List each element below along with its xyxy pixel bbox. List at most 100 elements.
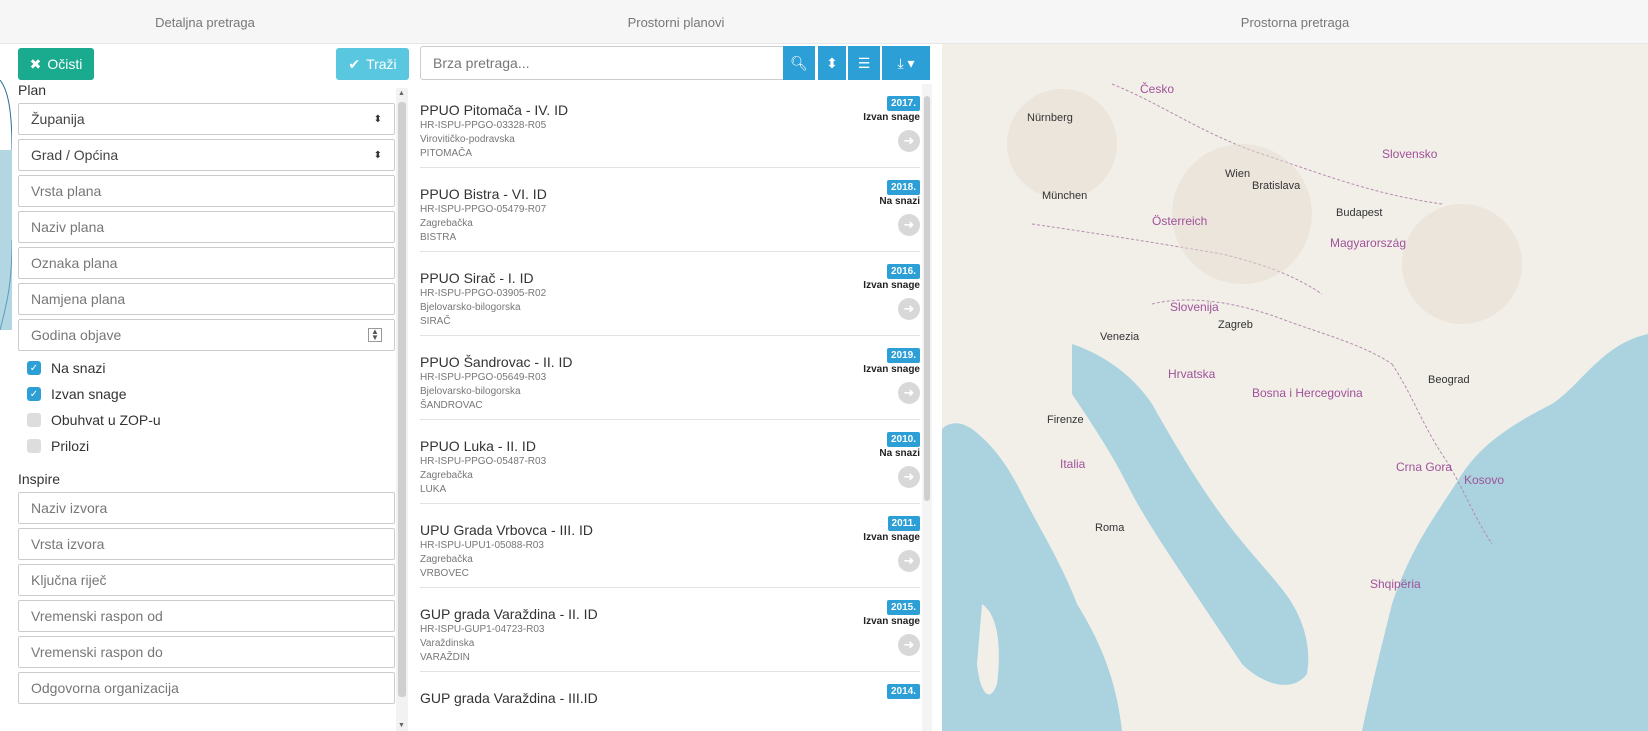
result-code: HR-ISPU-PPGO-05487-R03 <box>420 456 547 467</box>
source-type-input[interactable]: Vrsta izvora <box>18 528 395 560</box>
year-badge: 2018. <box>886 180 920 195</box>
result-item[interactable]: PPUO Bistra - VI. ID HR-ISPU-PPGO-05479-R… <box>420 168 920 252</box>
map-label: Hrvatska <box>1168 367 1216 381</box>
scroll-up-icon[interactable]: ▲ <box>398 90 405 97</box>
year-badge: 2017. <box>886 96 920 111</box>
list-icon: ☰ <box>857 54 871 71</box>
result-item[interactable]: PPUO Luka - II. ID HR-ISPU-PPGO-05487-R03… <box>420 420 920 504</box>
result-item[interactable]: GUP grada Varaždina - II. ID HR-ISPU-GUP1… <box>420 588 920 672</box>
detailed-search-panel: ✖ Očisti ✔ Traži Plan Županija ⬍ Grad / O… <box>0 44 410 731</box>
map-label: Beograd <box>1428 374 1470 386</box>
arrow-right-icon[interactable]: ➜ <box>898 466 920 488</box>
result-title[interactable]: PPUO Luka - II. ID <box>420 438 536 454</box>
result-title[interactable]: UPU Grada Vrbovca - III. ID <box>420 522 593 538</box>
organization-input[interactable]: Odgovorna organizacija <box>18 672 395 704</box>
time-from-input[interactable]: Vremenski raspon od <box>18 600 395 632</box>
search-button[interactable]: ✔ Traži <box>336 48 409 80</box>
map-label: Bosna i Hercegovina <box>1252 386 1363 400</box>
map-label: Roma <box>1095 522 1125 534</box>
result-item[interactable]: UPU Grada Vrbovca - III. ID HR-ISPU-UPU1-… <box>420 504 920 588</box>
plan-name-input[interactable]: Naziv plana <box>18 211 395 243</box>
inspire-section-label: Inspire <box>18 471 61 487</box>
result-title[interactable]: PPUO Šandrovac - II. ID <box>420 354 573 370</box>
result-place: PITOMAČA <box>420 148 473 159</box>
sort-button[interactable]: ⬍ <box>818 46 846 80</box>
checkbox-empty-icon <box>27 439 41 453</box>
search-icon: 🔍︎ <box>790 54 808 71</box>
checkbox-zop[interactable]: Obuhvat u ZOP-u <box>27 412 161 428</box>
publication-year-input[interactable]: Godina objave ▲ ▼ <box>18 319 395 351</box>
year-badge: 2010. <box>886 432 920 447</box>
result-county: Virovitičko-podravska <box>420 134 515 145</box>
result-county: Zagrebačka <box>420 470 473 481</box>
map-label: Bratislava <box>1252 180 1301 192</box>
map-label: Österreich <box>1152 214 1208 228</box>
map-label: Venezia <box>1100 331 1140 343</box>
plan-purpose-input[interactable]: Namjena plana <box>18 283 395 315</box>
result-item[interactable]: GUP grada Varaždina - III.ID 2014. <box>420 672 920 731</box>
search-icon-button[interactable]: 🔍︎ <box>783 46 815 80</box>
scrollbar-thumb[interactable] <box>924 96 930 501</box>
city-select[interactable]: Grad / Općina ⬍ <box>18 139 395 171</box>
map-label: Shqipëria <box>1370 577 1421 591</box>
keyword-input[interactable]: Ključna riječ <box>18 564 395 596</box>
column-header-bar: Detaljna pretraga Prostorni planovi Pros… <box>0 0 1648 44</box>
arrow-right-icon[interactable]: ➜ <box>898 130 920 152</box>
result-place: ŠANDROVAC <box>420 400 483 411</box>
checkbox-checked-icon: ✓ <box>27 387 41 401</box>
status-label: Izvan snage <box>863 616 920 627</box>
result-title[interactable]: PPUO Pitomača - IV. ID <box>420 102 568 118</box>
result-place: VRBOVEC <box>420 568 469 579</box>
year-badge: 2011. <box>887 516 920 531</box>
number-spinner-icon[interactable]: ▲ ▼ <box>368 328 382 342</box>
arrow-right-icon[interactable]: ➜ <box>898 298 920 320</box>
left-scrollbar[interactable]: ▲ ▼ <box>396 88 408 731</box>
result-title[interactable]: GUP grada Varaždina - III.ID <box>420 690 598 706</box>
checkbox-attachments[interactable]: Prilozi <box>27 438 89 454</box>
download-button[interactable]: ⤓ ▾ <box>882 46 930 80</box>
arrow-right-icon[interactable]: ➜ <box>898 382 920 404</box>
map-label: Kosovo <box>1464 473 1505 487</box>
sort-caret-icon: ⬍ <box>373 113 382 125</box>
map-label: Budapest <box>1336 207 1383 219</box>
list-toggle-button[interactable]: ☰ <box>848 46 880 80</box>
county-select[interactable]: Županija ⬍ <box>18 103 395 135</box>
results-scrollbar[interactable] <box>922 84 932 731</box>
result-item[interactable]: PPUO Sirač - I. ID HR-ISPU-PPGO-03905-R02… <box>420 252 920 336</box>
result-title[interactable]: GUP grada Varaždina - II. ID <box>420 606 598 622</box>
year-badge: 2019. <box>886 348 920 363</box>
result-title[interactable]: PPUO Bistra - VI. ID <box>420 186 547 202</box>
map-label: Wien <box>1225 168 1251 180</box>
results-list: PPUO Pitomača - IV. ID HR-ISPU-PPGO-03328… <box>420 84 920 731</box>
col-title-spatial-plans: Prostorni planovi <box>627 15 725 30</box>
quick-search-input[interactable]: Brza pretraga... <box>420 46 804 80</box>
result-code: HR-ISPU-GUP1-04723-R03 <box>420 624 545 635</box>
result-code: HR-ISPU-PPGO-03905-R02 <box>420 288 547 299</box>
result-county: Varaždinska <box>420 638 475 649</box>
result-item[interactable]: PPUO Šandrovac - II. ID HR-ISPU-PPGO-0564… <box>420 336 920 420</box>
result-item[interactable]: PPUO Pitomača - IV. ID HR-ISPU-PPGO-03328… <box>420 84 920 168</box>
plan-code-input[interactable]: Oznaka plana <box>18 247 395 279</box>
time-to-input[interactable]: Vremenski raspon do <box>18 636 395 668</box>
map-view[interactable]: Nürnberg München Wien Bratislava Budapes… <box>942 44 1648 731</box>
arrow-right-icon[interactable]: ➜ <box>898 214 920 236</box>
result-code: HR-ISPU-PPGO-05479-R07 <box>420 204 547 215</box>
scrollbar-thumb[interactable] <box>398 102 406 697</box>
map-label: Zagreb <box>1218 319 1253 331</box>
status-label: Izvan snage <box>863 280 920 291</box>
source-name-input[interactable]: Naziv izvora <box>18 492 395 524</box>
result-title[interactable]: PPUO Sirač - I. ID <box>420 270 534 286</box>
result-code: HR-ISPU-UPU1-05088-R03 <box>420 540 544 551</box>
plan-section-label: Plan <box>18 82 47 98</box>
arrow-right-icon[interactable]: ➜ <box>898 550 920 572</box>
checkbox-in-force[interactable]: ✓ Na snazi <box>27 360 105 376</box>
plan-type-input[interactable]: Vrsta plana <box>18 175 395 207</box>
result-place: VARAŽDIN <box>420 652 470 663</box>
arrow-right-icon[interactable]: ➜ <box>898 634 920 656</box>
status-label: Na snazi <box>879 196 920 207</box>
checkbox-out-of-force[interactable]: ✓ Izvan snage <box>27 386 127 402</box>
status-label: Izvan snage <box>863 112 920 123</box>
close-icon: ✖ <box>29 55 42 72</box>
clear-button[interactable]: ✖ Očisti <box>18 48 94 80</box>
scroll-down-icon[interactable]: ▼ <box>398 722 405 729</box>
